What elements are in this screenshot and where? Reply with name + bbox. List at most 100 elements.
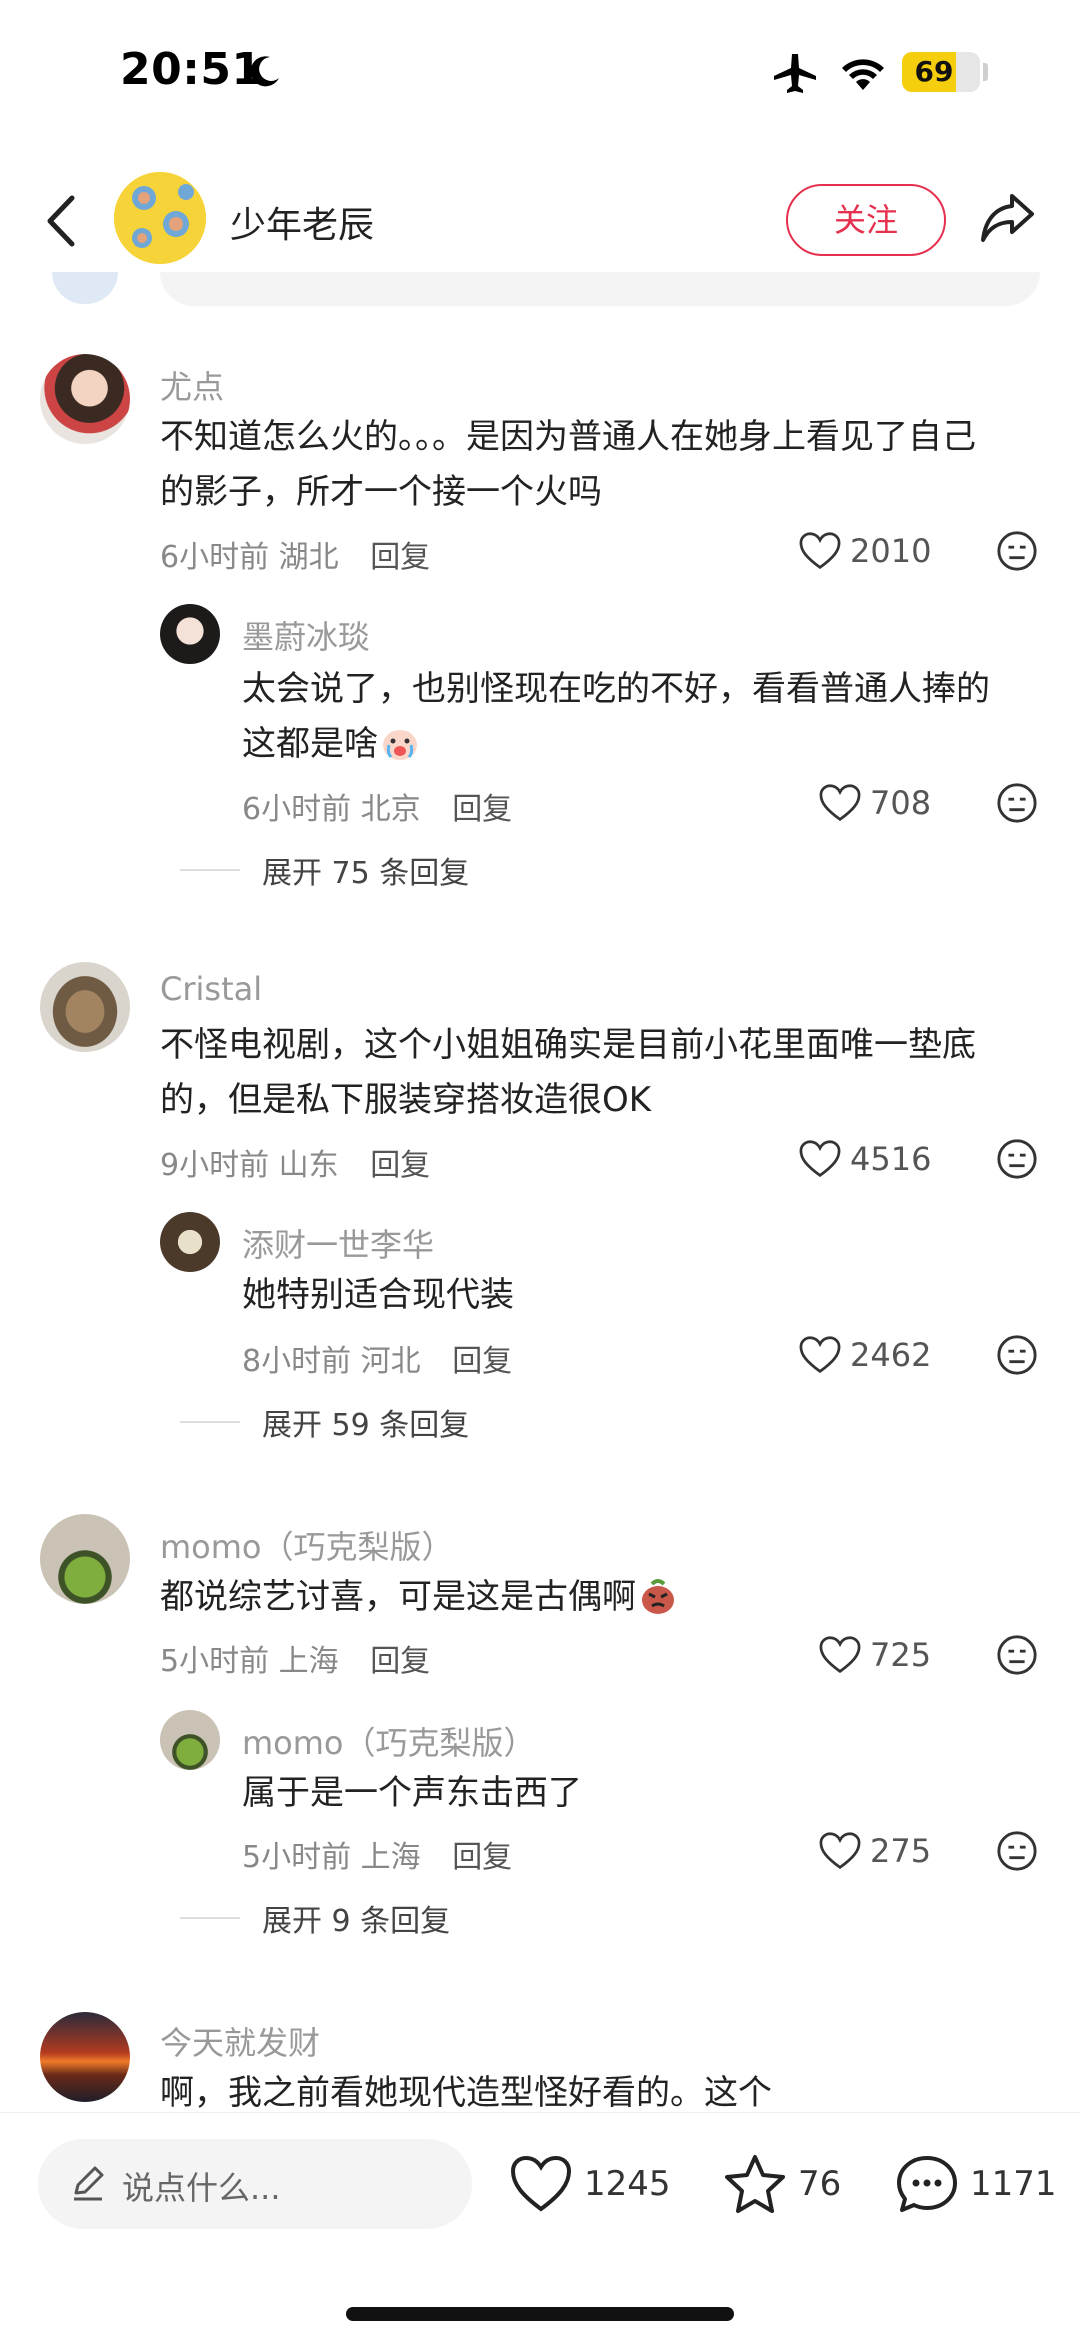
reply-button[interactable]: 回复	[452, 1344, 512, 1379]
post-favorite-button[interactable]: 76	[722, 2149, 841, 2219]
like-count: 2010	[850, 532, 932, 570]
comment-location: 山东	[278, 1148, 339, 1183]
dislike-face-icon[interactable]	[996, 1138, 1038, 1180]
comment-text: 不怪电视剧，这个小姐姐确实是目前小花里面唯一垫底 的，但是私下服装穿搭妆造很OK	[160, 1025, 976, 1120]
avatar[interactable]	[160, 1710, 220, 1770]
reply-button[interactable]: 回复	[452, 1840, 512, 1875]
follow-button[interactable]: 关注	[786, 184, 946, 256]
reply-button[interactable]: 回复	[452, 792, 512, 827]
avatar[interactable]	[40, 1514, 130, 1604]
post-like-count: 1245	[584, 2164, 671, 2204]
reply-meta: 8小时前 河北 回复	[242, 1336, 512, 1380]
like-button[interactable]: 708	[818, 780, 931, 826]
heart-icon	[799, 532, 841, 570]
reply-meta: 5小时前 上海 回复	[242, 1832, 512, 1876]
cartoon-avatar-image	[114, 172, 206, 264]
angry-emoji-icon	[642, 1579, 674, 1614]
post-favorite-count: 76	[798, 2164, 842, 2204]
share-icon[interactable]	[978, 190, 1036, 246]
avatar[interactable]	[40, 2012, 130, 2102]
post-comment-count: 1171	[970, 2164, 1057, 2204]
pencil-icon	[74, 2166, 104, 2201]
back-icon[interactable]	[42, 194, 78, 248]
comment-input[interactable]: 说点什么...	[38, 2139, 472, 2229]
post-like-button[interactable]: 1245	[508, 2149, 671, 2219]
dislike-face-icon[interactable]	[996, 1634, 1038, 1676]
expand-replies-button[interactable]: 展开 9 条回复	[180, 1898, 451, 1939]
crying-emoji-icon	[383, 730, 417, 760]
heart-icon	[510, 2155, 572, 2212]
expand-replies-label: 展开 9 条回复	[262, 1904, 451, 1939]
reply-location: 上海	[360, 1840, 421, 1875]
like-button[interactable]: 275	[818, 1828, 931, 1874]
comment-meta: 5小时前 上海 回复	[160, 1636, 430, 1680]
comment-time: 9小时前	[160, 1148, 270, 1183]
status-time: 20:51	[120, 44, 263, 95]
header: 少年老辰 关注	[0, 170, 1080, 270]
like-button[interactable]: 4516	[798, 1136, 931, 1182]
reply-button[interactable]: 回复	[370, 1644, 430, 1679]
expand-replies-button[interactable]: 展开 75 条回复	[180, 850, 470, 891]
like-button[interactable]: 725	[818, 1632, 931, 1678]
battery-indicator: 69	[902, 52, 980, 92]
battery-percent: 69	[914, 55, 954, 88]
divider	[180, 1421, 240, 1423]
heart-icon	[819, 1636, 861, 1674]
like-count: 275	[870, 1832, 932, 1870]
like-button[interactable]: 2462	[798, 1332, 931, 1378]
reply-username[interactable]: 添财一世李华	[242, 1220, 434, 1266]
avatar	[52, 272, 118, 304]
home-indicator[interactable]	[346, 2307, 734, 2321]
reply-time: 6小时前	[242, 792, 352, 827]
star-icon	[725, 2155, 785, 2213]
reply-meta: 6小时前 北京 回复	[242, 784, 512, 828]
avatar[interactable]	[40, 962, 130, 1052]
author-name[interactable]: 少年老辰	[230, 196, 374, 248]
comment-username[interactable]: 尤点	[160, 362, 224, 408]
reply-username[interactable]: momo（巧克梨版）	[242, 1718, 536, 1764]
comment-username[interactable]: Cristal	[160, 970, 262, 1008]
author-avatar[interactable]	[114, 172, 206, 264]
dislike-face-icon[interactable]	[996, 1830, 1038, 1872]
like-count: 725	[870, 1636, 932, 1674]
comment-time: 6小时前	[160, 540, 270, 575]
reply-location: 北京	[360, 792, 421, 827]
comment-text: 不知道怎么火的。。。是因为普通人在她身上看见了自己 的影子，所才一个接一个火吗	[160, 417, 976, 512]
avatar[interactable]	[160, 604, 220, 664]
divider	[180, 1917, 240, 1919]
comment-username[interactable]: momo（巧克梨版）	[160, 1522, 454, 1568]
reply-text: 太会说了，也别怪现在吃的不好，看看普通人捧的 这都是啥	[242, 669, 990, 764]
heart-icon	[799, 1140, 841, 1178]
like-count: 2462	[850, 1336, 932, 1374]
reply-username[interactable]: 墨蔚冰琰	[242, 612, 370, 658]
dislike-face-icon[interactable]	[996, 1334, 1038, 1376]
comment-meta: 9小时前 山东 回复	[160, 1140, 430, 1184]
reply-location: 河北	[360, 1344, 421, 1379]
comment-text: 都说综艺讨喜，可是这是古偶啊	[160, 1570, 1040, 1625]
comment-list: 尤点 不知道怎么火的。。。是因为普通人在她身上看见了自己 的影子，所才一个接一个…	[0, 0, 1080, 2110]
heart-icon	[819, 784, 861, 822]
previous-comment-strip	[160, 272, 1040, 306]
avatar[interactable]	[160, 1212, 220, 1272]
avatar[interactable]	[40, 354, 130, 444]
reply-button[interactable]: 回复	[370, 540, 430, 575]
comment-username[interactable]: 今天就发财	[160, 2018, 320, 2064]
bottom-action-bar: 说点什么... 1245 76 1171	[0, 2112, 1080, 2340]
comment-text: 啊，我之前看她现代造型怪好看的。这个	[160, 2073, 772, 2110]
status-bar: 20:51 69	[0, 0, 1080, 150]
comment-location: 湖北	[278, 540, 339, 575]
expand-replies-label: 展开 75 条回复	[262, 856, 470, 891]
divider	[180, 869, 240, 871]
comment-time: 5小时前	[160, 1644, 270, 1679]
dislike-face-icon[interactable]	[996, 782, 1038, 824]
comment-input-placeholder: 说点什么...	[122, 2169, 281, 2207]
reply-button[interactable]: 回复	[370, 1148, 430, 1183]
expand-replies-button[interactable]: 展开 59 条回复	[180, 1402, 469, 1443]
dislike-face-icon[interactable]	[996, 530, 1038, 572]
like-button[interactable]: 2010	[798, 528, 931, 574]
post-comment-button[interactable]: 1171	[894, 2149, 1057, 2219]
reply-text: 她特别适合现代装	[242, 1275, 514, 1315]
battery-cap	[983, 63, 988, 81]
airplane-icon	[774, 54, 816, 93]
wifi-icon	[842, 59, 884, 90]
